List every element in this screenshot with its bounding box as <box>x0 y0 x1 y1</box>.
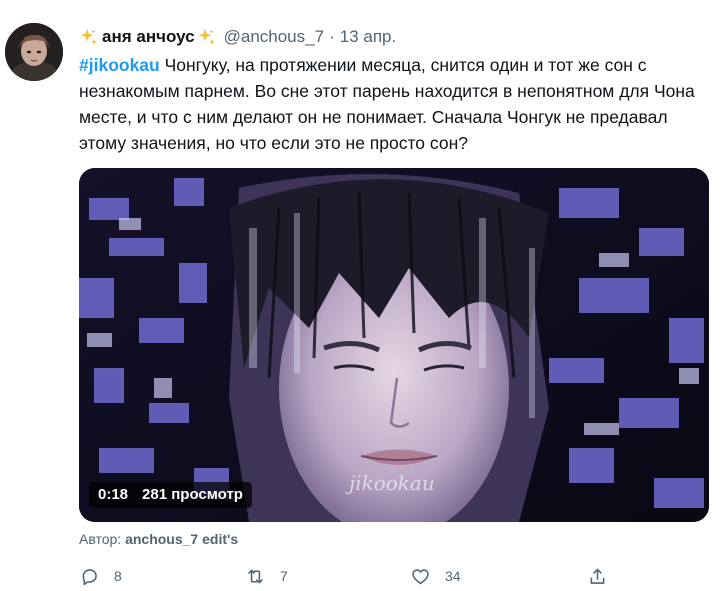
author-display-name[interactable]: аня анчоус <box>102 25 195 49</box>
tweet-body: Чонгуку, на протяжении месяца, снится од… <box>79 55 695 153</box>
svg-text:jikookau: jikookau <box>345 471 435 495</box>
caption-author-link[interactable]: anchous_7 edit's <box>125 531 238 547</box>
video-views: 281 просмотр <box>142 486 243 503</box>
reply-button[interactable]: 8 <box>79 564 122 588</box>
author-handle[interactable]: @anchous_7 <box>224 25 324 49</box>
avatar[interactable] <box>5 23 63 81</box>
sparkles-icon <box>198 28 215 46</box>
retweet-button[interactable]: 7 <box>245 564 288 588</box>
reply-icon <box>82 568 97 585</box>
media-caption: Автор: anchous_7 edit's <box>79 530 238 548</box>
retweet-count: 7 <box>280 568 288 584</box>
reply-count: 8 <box>114 568 122 584</box>
action-bar: 8 7 34 <box>79 564 619 588</box>
hashtag-link[interactable]: #jikookau <box>79 55 160 75</box>
video-thumbnail: jikookau <box>79 168 709 522</box>
like-button[interactable]: 34 <box>410 564 461 588</box>
retweet-icon <box>248 569 263 583</box>
avatar-image <box>5 23 63 81</box>
share-icon <box>590 568 605 584</box>
like-count: 34 <box>445 568 461 584</box>
tweet-date[interactable]: 13 апр. <box>340 25 396 49</box>
video-duration: 0:18 <box>98 486 129 503</box>
tweet-header: аня анчоус @anchous_7 · 13 апр. <box>80 25 396 49</box>
tweet[interactable]: аня анчоус @anchous_7 · 13 апр. #jikooka… <box>0 0 727 591</box>
video-info-overlay: 0:18 281 просмотр <box>89 482 252 508</box>
caption-prefix: Автор: <box>79 531 122 547</box>
video-player[interactable]: jikookau 0:18 281 просмотр <box>79 168 709 522</box>
heart-icon <box>412 568 429 584</box>
tweet-text: #jikookau Чонгуку, на протяжении месяца,… <box>79 52 709 156</box>
share-button[interactable] <box>587 564 608 588</box>
separator-dot: · <box>329 27 335 46</box>
sparkles-icon <box>80 28 98 46</box>
